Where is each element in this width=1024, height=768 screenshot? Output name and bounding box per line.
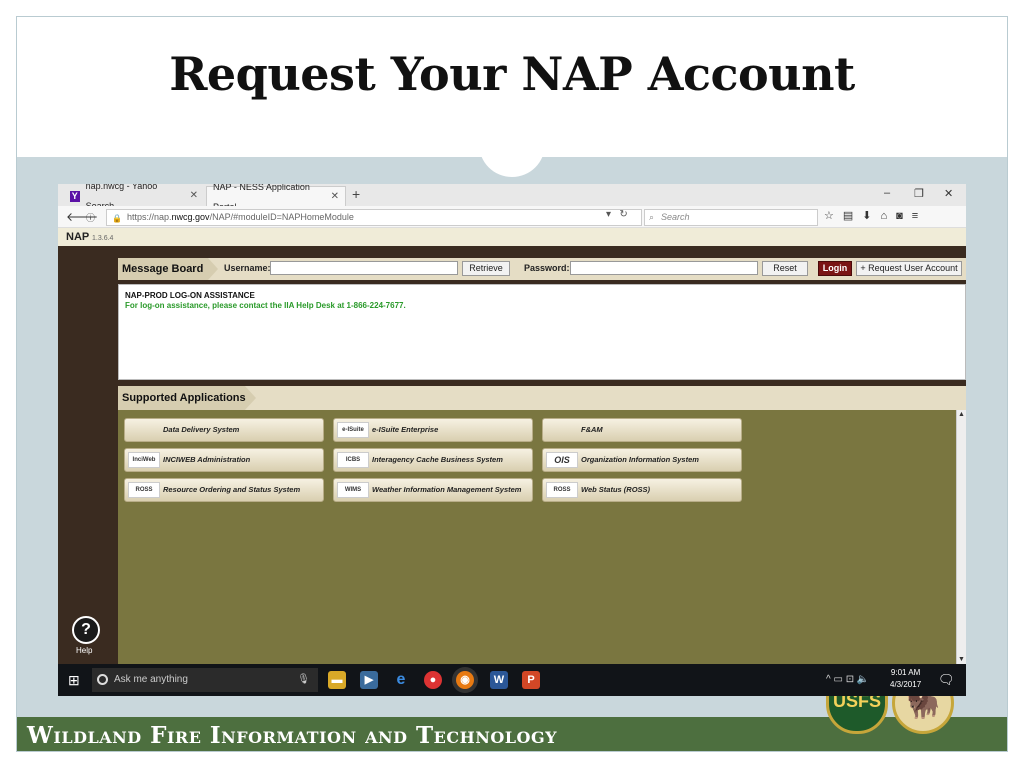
microphone-icon[interactable]: 🎙: [297, 668, 310, 692]
clock-date: 4/3/2017: [890, 680, 922, 689]
ois-logo-icon: OIS: [546, 452, 578, 468]
app-label: Weather Information Management System: [372, 485, 522, 494]
app-data-delivery-system[interactable]: Data Delivery System: [124, 418, 324, 442]
firefox-icon[interactable]: ◉: [456, 671, 474, 689]
apps-area: Data Delivery System e-ISuite e-ISuite En…: [118, 410, 966, 664]
url-path: /NAP/#moduleID=NAPHomeModule: [209, 212, 354, 222]
close-window-button[interactable]: ✕: [944, 187, 953, 200]
app-wims[interactable]: WIMS Weather Information Management Syste…: [333, 478, 533, 502]
chrome-icon[interactable]: ●: [424, 671, 442, 689]
password-input[interactable]: [570, 261, 758, 275]
app-eisuite[interactable]: e-ISuite e-ISuite Enterprise: [333, 418, 533, 442]
tab-nap-portal[interactable]: NAP - NESS Application Portal ✕: [206, 184, 346, 212]
app-inciweb[interactable]: InciWeb INCIWEB Administration: [124, 448, 324, 472]
powerpoint-icon[interactable]: P: [522, 671, 540, 689]
slide-title: Request Your NAP Account: [169, 47, 855, 101]
eisuite-logo-icon: e-ISuite: [337, 422, 369, 438]
lock-icon: 🔒: [112, 214, 122, 223]
system-tray-icons[interactable]: ^ ▭ ⊡ 🔈: [826, 674, 869, 685]
close-tab-icon[interactable]: ✕: [190, 186, 198, 206]
username-label: Username:: [224, 263, 271, 273]
maximize-button[interactable]: ❐: [914, 187, 924, 200]
retrieve-button[interactable]: Retrieve: [462, 261, 510, 276]
url-bar[interactable]: 🔒 https://nap.nwcg.gov/NAP/#moduleID=NAP…: [106, 209, 642, 226]
site-info-icon[interactable]: ⓘ: [86, 211, 95, 224]
request-account-button[interactable]: + Request User Account: [856, 261, 962, 276]
scroll-down-icon[interactable]: ▼: [958, 656, 965, 663]
app-label: Data Delivery System: [163, 425, 240, 434]
left-strip: ? Help: [58, 246, 118, 664]
url-domain: nwcg.gov: [171, 212, 210, 222]
reload-icon[interactable]: ▾ ↻: [606, 209, 628, 220]
slide-notch: [479, 127, 545, 177]
cortana-icon: [97, 674, 108, 685]
app-version: 1.3.6.4: [92, 235, 114, 242]
inciweb-logo-icon: InciWeb: [128, 452, 160, 468]
nap-app: ? Help Message Board Username: Retrieve …: [58, 246, 966, 664]
message-body: For log-on assistance, please contact th…: [125, 301, 406, 310]
message-heading: NAP-PROD LOG-ON ASSISTANCE: [125, 291, 255, 300]
app-label: Interagency Cache Business System: [372, 455, 503, 464]
toolbar-icons[interactable]: ☆▤⬇⌂◙≡: [824, 209, 927, 222]
login-bar: Message Board Username: Retrieve Passwor…: [118, 258, 966, 280]
scroll-up-icon[interactable]: ▲: [958, 411, 965, 418]
password-label: Password:: [524, 263, 570, 273]
supported-apps-tab[interactable]: Supported Applications: [118, 386, 256, 410]
login-button[interactable]: Login: [818, 261, 852, 276]
footer-text: Wildland Fire Information and Technology: [27, 722, 558, 749]
app-ois[interactable]: OIS Organization Information System: [542, 448, 742, 472]
search-placeholder: Search: [661, 212, 690, 222]
clock-time: 9:01 AM: [890, 668, 921, 677]
browser-window: Y nap.nwcg - Yahoo Search ... ✕ NAP - NE…: [58, 184, 966, 696]
cortana-placeholder: Ask me anything: [114, 674, 188, 685]
new-tab-button[interactable]: +: [352, 186, 360, 202]
wims-logo-icon: WIMS: [337, 482, 369, 498]
app-label: e-ISuite Enterprise: [372, 425, 439, 434]
taskbar: ⊞ Ask me anything 🎙 ▬ ▶ e ● ◉ W P ^ ▭ ⊡ …: [58, 664, 966, 696]
app-name: NAP: [66, 231, 90, 243]
ross-logo-icon: ROSS: [128, 482, 160, 498]
app-fam[interactable]: F&AM: [542, 418, 742, 442]
help-label: Help: [76, 646, 93, 655]
app-ross[interactable]: ROSS Resource Ordering and Status System: [124, 478, 324, 502]
cortana-search-input[interactable]: Ask me anything 🎙: [92, 668, 318, 692]
tab-yahoo-search[interactable]: Y nap.nwcg - Yahoo Search ... ✕: [64, 184, 204, 211]
app-label: F&AM: [581, 425, 603, 434]
media-player-icon[interactable]: ▶: [360, 671, 378, 689]
app-label: Organization Information System: [581, 455, 699, 464]
url-prefix: https://nap.: [127, 212, 172, 222]
username-input[interactable]: [270, 261, 458, 275]
windows-start-icon[interactable]: ⊞: [68, 672, 80, 689]
app-icbs[interactable]: ICBS Interagency Cache Business System: [333, 448, 533, 472]
reset-button[interactable]: Reset: [762, 261, 808, 276]
message-board-tab[interactable]: Message Board: [118, 258, 218, 280]
search-input[interactable]: ⌕ Search: [644, 209, 818, 226]
app-label: Web Status (ROSS): [581, 485, 651, 494]
version-bar: NAP 1.3.6.4: [58, 228, 966, 246]
file-explorer-icon[interactable]: ▬: [328, 671, 346, 689]
ross-logo-icon: ROSS: [546, 482, 578, 498]
search-icon: ⌕: [649, 212, 655, 222]
help-icon[interactable]: ?: [72, 616, 100, 644]
notification-icon[interactable]: 🗨: [938, 672, 955, 688]
supported-apps-bar: Supported Applications: [118, 386, 966, 410]
clock[interactable]: 9:01 AM 4/3/2017: [890, 667, 921, 691]
app-label: INCIWEB Administration: [163, 455, 251, 464]
tab-bar: Y nap.nwcg - Yahoo Search ... ✕ NAP - NE…: [58, 184, 966, 212]
close-tab-icon[interactable]: ✕: [331, 187, 339, 207]
word-icon[interactable]: W: [490, 671, 508, 689]
yahoo-icon: Y: [70, 190, 80, 202]
app-web-status-ross[interactable]: ROSS Web Status (ROSS): [542, 478, 742, 502]
message-panel: NAP-PROD LOG-ON ASSISTANCE For log-on as…: [118, 284, 966, 380]
icbs-logo-icon: ICBS: [337, 452, 369, 468]
app-label: Resource Ordering and Status System: [163, 485, 301, 494]
scrollbar[interactable]: ▲ ▼: [956, 410, 966, 664]
minimize-button[interactable]: –: [884, 187, 890, 199]
edge-icon[interactable]: e: [392, 671, 410, 689]
nav-bar: 🡐 ⓘ 🔒 https://nap.nwcg.gov/NAP/#moduleID…: [58, 206, 966, 228]
